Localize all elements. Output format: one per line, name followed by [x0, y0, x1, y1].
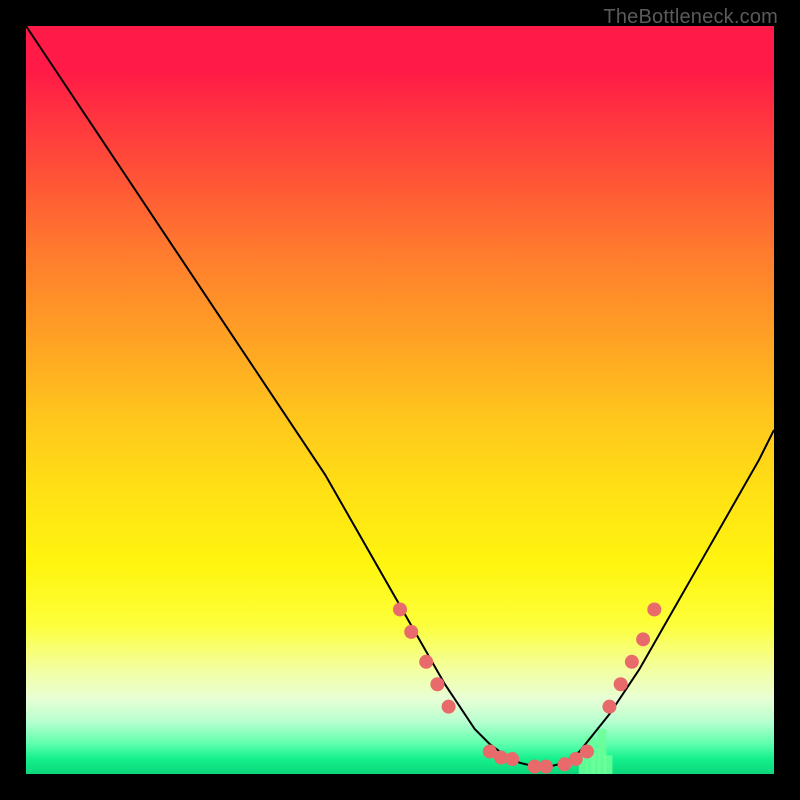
- chart-marker-dot: [393, 602, 407, 616]
- chart-svg: [26, 26, 774, 774]
- chart-marker-dot: [636, 632, 650, 646]
- chart-tick: [603, 755, 612, 774]
- chart-marker-dot: [580, 745, 594, 759]
- chart-marker-dot: [442, 700, 456, 714]
- chart-marker-dot: [539, 760, 553, 774]
- chart-stage: TheBottleneck.com: [0, 0, 800, 800]
- chart-marker-dot: [647, 602, 661, 616]
- chart-marker-dot: [430, 677, 444, 691]
- chart-plot-area: [26, 26, 774, 774]
- chart-marker-dot: [404, 625, 418, 639]
- chart-marker-dot: [625, 655, 639, 669]
- chart-markers: [393, 602, 661, 773]
- chart-marker-dot: [505, 752, 519, 766]
- chart-marker-dot: [614, 677, 628, 691]
- chart-marker-dot: [419, 655, 433, 669]
- chart-marker-dot: [602, 700, 616, 714]
- watermark-text: TheBottleneck.com: [603, 6, 778, 29]
- chart-line: [26, 26, 774, 767]
